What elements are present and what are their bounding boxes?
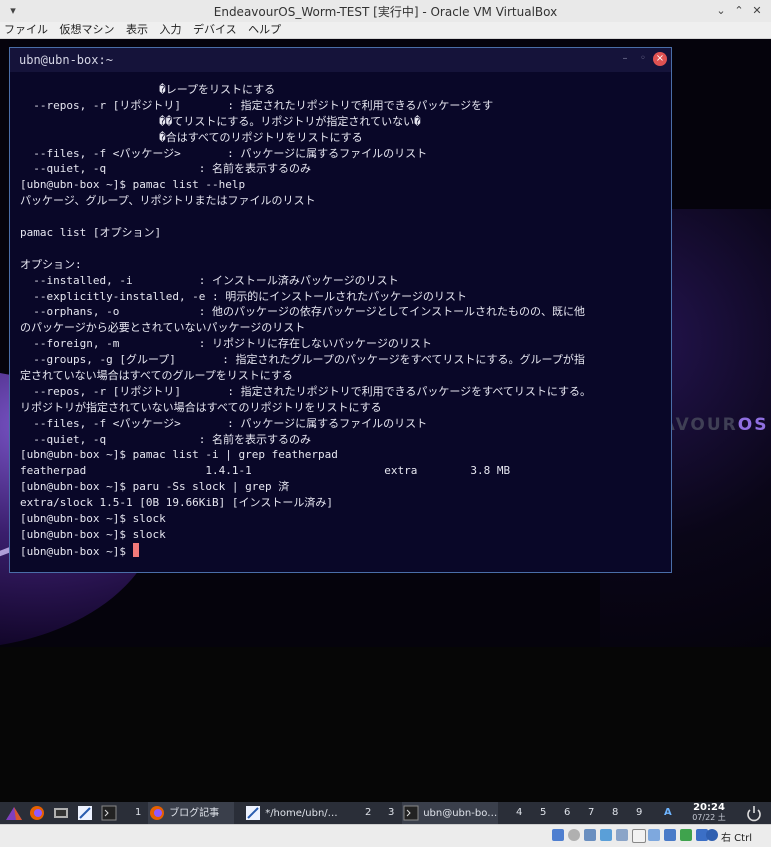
terminal-prompt: [ubn@ubn-box ~]$	[20, 544, 133, 558]
keyboard-capture-icon[interactable]	[706, 829, 718, 841]
desktop-lower-area	[0, 647, 771, 824]
terminal-line: --repos, -r [リポジトリ] : 指定されたリポジトリで利用できるパッ…	[20, 384, 592, 398]
terminal-output[interactable]: �レープをリストにする --repos, -r [リポジトリ] : 指定されたリ…	[20, 82, 668, 559]
workspace-6[interactable]: 6	[564, 802, 570, 824]
terminal-minimize-button[interactable]: –	[618, 52, 632, 66]
terminal-line: �レープをリストにする	[20, 83, 276, 96]
terminal-close-button[interactable]: ×	[653, 52, 667, 66]
terminal-line: [ubn@ubn-box ~]$ slock	[20, 527, 166, 541]
terminal-line: --foreign, -m : リポジトリに存在しないパッケージのリスト	[20, 337, 432, 351]
hdd-icon[interactable]	[552, 829, 564, 841]
terminal-window[interactable]: ubn@ubn-box:~ – ◦ × �レープをリストにする --repos,…	[9, 47, 672, 573]
task-terminal[interactable]: ubn@ubn-bo…	[402, 802, 498, 824]
terminal-line: �合はすべてのリポジトリをリストにする	[20, 130, 363, 144]
workspace-2[interactable]: 2	[365, 802, 371, 824]
clock-date: 07/22 土	[692, 813, 726, 822]
terminal-line: --explicitly-installed, -e : 明示的にインストールさ…	[20, 289, 467, 303]
menu-help[interactable]: ヘルプ	[244, 22, 285, 38]
maximize-button[interactable]: ⌃	[730, 2, 748, 20]
terminal-line: リポジトリが指定されていない場合はすべてのリポジトリをリストにする	[20, 400, 382, 414]
workspace-9[interactable]: 9	[636, 802, 642, 824]
close-button[interactable]: ✕	[748, 2, 766, 20]
terminal-line: --repos, -r [リポジトリ] : 指定されたリポジトリで利用できるパッ…	[20, 98, 494, 112]
task-firefox[interactable]: ブログ記事編…	[148, 802, 234, 841]
vbox-statusbar: 右 Ctrl	[0, 824, 771, 847]
clock[interactable]: 20:24 07/22 土	[684, 803, 734, 823]
workspace-1[interactable]: 1	[135, 802, 141, 824]
workspace-4[interactable]: 4	[516, 802, 522, 824]
network-icon[interactable]	[600, 829, 612, 841]
menu-machine[interactable]: 仮想マシン	[56, 22, 119, 38]
task-featherpad-label: */home/ubn/…	[265, 808, 338, 819]
shared-folders-icon[interactable]	[632, 829, 646, 843]
workspace-5[interactable]: 5	[540, 802, 546, 824]
terminal-maximize-button[interactable]: ◦	[636, 52, 650, 66]
firefox-launcher-icon[interactable]	[28, 802, 46, 824]
terminal-line: pamac list [オプション]	[20, 226, 162, 240]
terminal-line: --orphans, -o : 他のパッケージの依存パッケージとしてインストール…	[20, 305, 586, 319]
terminal-line: --installed, -i : インストール済みパッケージのリスト	[20, 273, 399, 287]
display-icon[interactable]	[648, 829, 660, 841]
file-manager-launcher-icon[interactable]	[52, 802, 70, 824]
host-key-label: 右 Ctrl	[721, 833, 752, 844]
terminal-line: --files, -f <パッケージ> : パッケージに属するファイルのリスト	[20, 416, 428, 430]
minimize-button[interactable]: ⌄	[712, 2, 730, 20]
audio-icon[interactable]	[584, 829, 596, 841]
terminal-line: featherpad 1.4.1-1 extra 3.8 MB	[20, 464, 511, 478]
terminal-prompt-line[interactable]: [ubn@ubn-box ~]$	[20, 542, 668, 559]
task-featherpad[interactable]: */home/ubn/…	[244, 802, 354, 824]
terminal-titlebar[interactable]: ubn@ubn-box:~ – ◦ ×	[10, 48, 671, 72]
terminal-line: ��てリストにする。リポジトリが指定されていない�	[20, 114, 421, 128]
workspace-7[interactable]: 7	[588, 802, 594, 824]
vbox-menubar: ファイル 仮想マシン 表示 入力 デバイス ヘルプ	[0, 22, 771, 39]
menu-view[interactable]: 表示	[122, 22, 152, 38]
vbox-titlebar: ▾ EndeavourOS_Worm-TEST [実行中] - Oracle V…	[0, 0, 771, 23]
terminal-line: --quiet, -q : 名前を表示するのみ	[20, 432, 312, 446]
terminal-line: --quiet, -q : 名前を表示するのみ	[20, 162, 312, 176]
terminal-line: オプション:	[20, 257, 82, 271]
workspace-3[interactable]: 3	[388, 802, 394, 824]
terminal-line: のパッケージから必要とされていないパッケージのリスト	[20, 321, 306, 335]
terminal-line: 定されていない場合はすべてのグループをリストにする	[20, 369, 293, 383]
menu-input[interactable]: 入力	[156, 22, 186, 38]
terminal-line: パッケージ、グループ、リポジトリまたはファイルのリスト	[20, 194, 316, 208]
endeavouros-menu-icon[interactable]	[4, 802, 24, 824]
power-icon[interactable]	[745, 802, 763, 824]
terminal-launcher-icon[interactable]	[100, 802, 118, 824]
terminal-line: [ubn@ubn-box ~]$ slock	[20, 512, 166, 526]
workspace-8[interactable]: 8	[612, 802, 618, 824]
terminal-line: --files, -f <パッケージ> : パッケージに属するファイルのリスト	[20, 146, 428, 160]
terminal-title: ubn@ubn-box:~	[19, 53, 113, 67]
terminal-line: extra/slock 1.5-1 [0B 19.66KiB] [インストール済…	[20, 496, 333, 510]
menu-devices[interactable]: デバイス	[189, 22, 241, 38]
ime-indicator[interactable]: A	[664, 802, 672, 824]
cpu-icon[interactable]	[680, 829, 692, 841]
menu-file[interactable]: ファイル	[0, 22, 52, 38]
window-title: EndeavourOS_Worm-TEST [実行中] - Oracle VM …	[213, 5, 558, 19]
task-terminal-label: ubn@ubn-bo…	[423, 808, 498, 819]
optical-drive-icon[interactable]	[568, 829, 580, 841]
clock-time: 20:24	[693, 802, 725, 813]
terminal-line: [ubn@ubn-box ~]$ paru -Ss slock | grep 済	[20, 480, 290, 494]
terminal-line: [ubn@ubn-box ~]$ pamac list -i | grep fe…	[20, 448, 338, 462]
terminal-line: --groups, -g [グループ] : 指定されたグループのパッケージをすべ…	[20, 353, 585, 367]
usb-icon[interactable]	[616, 829, 628, 841]
recording-icon[interactable]	[664, 829, 676, 841]
terminal-line: [ubn@ubn-box ~]$ pamac list --help	[20, 178, 246, 192]
featherpad-launcher-icon[interactable]	[76, 802, 94, 824]
taskbar: 1 ブログ記事編… */home/ubn/… 2 3 ubn@ubn-bo… 4…	[0, 802, 771, 841]
terminal-cursor	[132, 542, 139, 557]
